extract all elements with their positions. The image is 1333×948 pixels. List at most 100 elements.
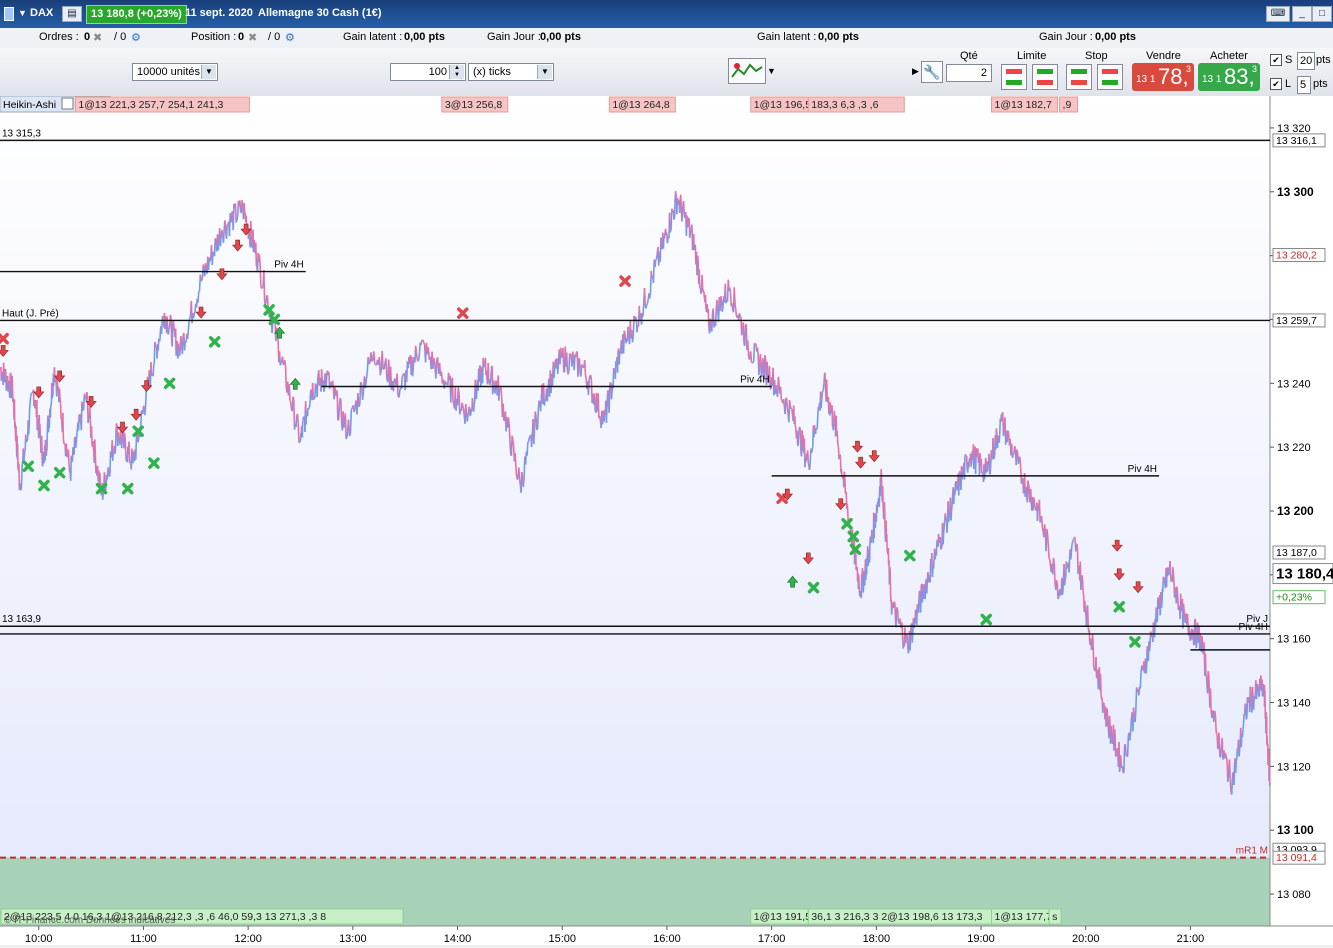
stop-buy-button[interactable] (1066, 64, 1092, 90)
price-segment (1072, 543, 1073, 546)
level-label-right: Piv 4H (1128, 464, 1157, 475)
stop-loss-checkbox[interactable]: ✔ (1270, 54, 1282, 66)
stop-loss-input[interactable]: 20 (1297, 52, 1315, 70)
chart-strategy-icon (729, 59, 765, 83)
info-icon[interactable]: ▤ (62, 6, 82, 22)
limit-buy-button[interactable] (1001, 64, 1027, 90)
price-segment (215, 238, 216, 239)
maximize-icon[interactable]: □ (1312, 6, 1332, 22)
price-segment (1239, 750, 1240, 756)
orders-settings-icon[interactable]: ⚙ (131, 31, 141, 44)
price-segment (1227, 759, 1228, 764)
price-segment (897, 607, 898, 610)
price-segment (181, 336, 182, 344)
price-segment (107, 473, 108, 480)
price-segment (393, 379, 394, 391)
dropdown-arrow-icon[interactable]: ▼ (18, 8, 27, 18)
price-segment (517, 477, 518, 479)
price-segment (681, 195, 682, 209)
level-label-right: mR1 M (1236, 846, 1268, 857)
price-segment (474, 401, 475, 404)
price-segment (499, 390, 500, 401)
panel-toggle-icon[interactable]: ▶ (912, 66, 919, 77)
price-chart-svg[interactable]: 13 08013 10013 12013 14013 16013 18013 2… (0, 96, 1333, 945)
price-segment (582, 364, 583, 366)
price-segment (251, 221, 252, 233)
price-segment (956, 481, 957, 484)
level-label-left: Haut (J. Pré) (2, 308, 59, 319)
ticks-input[interactable]: 100 ▲▼ (390, 63, 466, 81)
order-annotation-label: 1@13 264,8 (612, 99, 670, 111)
price-segment (299, 442, 300, 443)
gain-latent-label-2: Gain latent : (757, 31, 816, 43)
price-segment (1125, 744, 1126, 755)
price-segment (490, 377, 491, 381)
strategy-dropdown-icon[interactable]: ▼ (767, 66, 776, 76)
price-segment (561, 348, 562, 357)
limit-order-icon (1037, 69, 1053, 85)
price-segment (338, 420, 339, 421)
y-tick-label: 13 100 (1277, 823, 1314, 837)
stop-sell-button[interactable] (1097, 64, 1123, 90)
price-segment (614, 368, 615, 370)
price-segment (624, 331, 625, 354)
ticks-unit-select[interactable]: (x) ticks ▼ (468, 63, 554, 81)
limit-loss-checkbox[interactable]: ✔ (1270, 78, 1282, 90)
units-select[interactable]: 10000 unités ▼ (132, 63, 218, 81)
position-cancel-icon[interactable]: ✖ (248, 31, 257, 44)
stop-order-icon (1102, 69, 1118, 85)
instrument-name[interactable]: DAX (30, 7, 53, 19)
limit-loss-input[interactable]: 5 (1297, 76, 1311, 94)
price-segment (1135, 711, 1136, 722)
price-segment (610, 382, 611, 384)
orders-value: 0 (84, 31, 90, 43)
price-segment (313, 383, 314, 397)
position-settings-icon[interactable]: ⚙ (285, 31, 295, 44)
price-segment (927, 579, 928, 594)
qty-label: Qté (960, 50, 978, 62)
orders-cancel-icon[interactable]: ✖ (93, 31, 102, 44)
price-segment (949, 515, 950, 522)
price-segment (115, 449, 116, 454)
price-segment (244, 203, 245, 211)
price-segment (145, 401, 146, 411)
units-select-value: 10000 unités (137, 66, 200, 78)
price-segment (1156, 607, 1157, 615)
price-segment (1047, 529, 1048, 535)
price-segment (1207, 676, 1208, 688)
price-segment (296, 415, 297, 427)
price-segment (236, 220, 237, 223)
price-segment (609, 386, 610, 413)
price-segment (1196, 626, 1197, 648)
price-segment (453, 402, 454, 405)
price-segment (1202, 636, 1203, 647)
price-segment (108, 467, 109, 470)
price-segment (537, 429, 538, 430)
price-segment (1233, 772, 1234, 777)
price-segment (63, 440, 64, 444)
price-segment (736, 310, 737, 317)
buy-button[interactable]: 13 1 83, 3 (1198, 63, 1260, 91)
chevron-down-icon: ▼ (537, 65, 552, 79)
orders-total: / 0 (114, 31, 126, 43)
price-segment (165, 316, 166, 318)
spinner-icon[interactable]: ▲▼ (449, 65, 464, 79)
order-annotation-label: 183,3 6,3 ,3 ,6 (811, 99, 878, 111)
limit-sell-button[interactable] (1032, 64, 1058, 90)
y-tick-label: 13 200 (1277, 504, 1314, 518)
price-segment (704, 291, 705, 297)
keyboard-icon[interactable]: ⌨ (1266, 6, 1290, 22)
price-segment (778, 377, 779, 385)
minimize-icon[interactable]: _ (1292, 6, 1312, 22)
qty-input[interactable]: 2 (946, 64, 992, 82)
wrench-icon: 🔧 (923, 64, 940, 80)
price-segment (220, 235, 221, 246)
price-segment (647, 299, 648, 303)
strategy-chart-button[interactable] (728, 58, 766, 84)
sell-button[interactable]: 13 1 78, 3 (1132, 63, 1194, 91)
wrench-button[interactable]: 🔧 (921, 61, 943, 83)
axis-value-label: 13 259,7 (1276, 315, 1317, 327)
price-chart[interactable]: 13 08013 10013 12013 14013 16013 18013 2… (0, 96, 1333, 945)
axis-value-label: 13 187,0 (1276, 547, 1317, 559)
level-label-left: 13 163,9 (2, 614, 41, 625)
